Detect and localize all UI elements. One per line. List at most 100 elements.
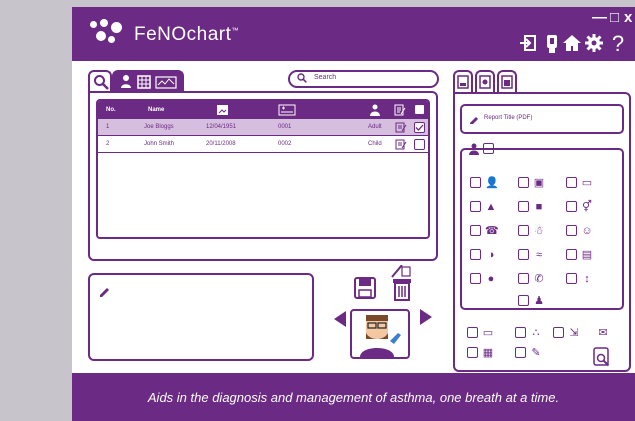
report-title-input[interactable]: Report Title (PDF): [460, 104, 624, 134]
app-header: FeNOchart™ — □ x ?: [72, 7, 635, 61]
pill-icon: ◑: [487, 248, 495, 261]
table-row[interactable]: 2 John Smith 20/11/2008 0002 Child: [98, 136, 428, 153]
footer-tagline: Aids in the diagnosis and management of …: [147, 390, 560, 405]
home-icon[interactable]: [562, 34, 582, 54]
notes-textarea[interactable]: [88, 273, 314, 361]
patient-table: No. Name 1 Joe Bloggs 12/04/1951 0001 Ad…: [96, 99, 430, 239]
option-allergy[interactable]: ☃: [518, 222, 545, 240]
select-all-checkbox[interactable]: [414, 104, 425, 115]
maximize-button[interactable]: □: [610, 9, 619, 26]
physician-icon: ♟: [534, 294, 544, 307]
option-phone[interactable]: ☎: [470, 222, 499, 240]
doctor-icon: 👤: [485, 176, 499, 189]
phone-icon: ☎: [485, 224, 499, 237]
edit-icon[interactable]: [395, 139, 407, 150]
email-icon: ✉: [598, 326, 608, 339]
minimize-button[interactable]: —: [592, 9, 607, 26]
pencil-icon: [100, 288, 109, 297]
next-arrow-icon[interactable]: [420, 309, 432, 325]
option-image[interactable]: ▣: [518, 174, 545, 192]
row-no: 2: [106, 141, 110, 147]
option-id[interactable]: ▭: [566, 174, 593, 192]
option-location[interactable]: ●: [470, 270, 497, 288]
save-icon[interactable]: [354, 277, 376, 299]
smoking-icon: ≈: [535, 248, 543, 261]
row-checkbox[interactable]: [414, 139, 425, 150]
row-checkbox[interactable]: [414, 122, 425, 133]
tab-report-2[interactable]: [475, 70, 495, 92]
usb-icon[interactable]: [542, 34, 562, 54]
height-icon: ↕: [584, 272, 590, 285]
option-physician[interactable]: ♟: [518, 292, 545, 310]
col-dob-icon[interactable]: [216, 104, 229, 116]
prev-arrow-icon[interactable]: [334, 311, 346, 327]
option-logo[interactable]: ∴: [515, 324, 542, 342]
row-type: Child: [368, 141, 382, 147]
tab-report-1[interactable]: [453, 70, 473, 92]
option-comments[interactable]: ✎: [515, 344, 542, 362]
option-height[interactable]: ↕: [566, 270, 593, 288]
report-title-placeholder: Report Title (PDF): [484, 115, 533, 121]
option-medication[interactable]: ◑: [470, 246, 497, 264]
location-icon: ●: [487, 272, 495, 285]
app-footer: Aids in the diagnosis and management of …: [72, 373, 635, 421]
option-ethnicity[interactable]: ☺: [566, 222, 593, 240]
logo-icon: ∴: [532, 326, 540, 339]
person-icon: ▲: [485, 200, 497, 213]
option-table[interactable]: ▦: [467, 344, 494, 362]
email-button[interactable]: ✉: [597, 324, 609, 342]
search-icon: [297, 73, 307, 83]
check-icon: [415, 124, 424, 131]
option-contact[interactable]: ✆: [518, 270, 545, 288]
family-icon: ■: [535, 200, 543, 213]
gear-icon[interactable]: [584, 34, 604, 54]
tab-search[interactable]: [88, 70, 112, 92]
row-name: John Smith: [144, 141, 175, 147]
tab-patients[interactable]: [112, 70, 184, 92]
search-input[interactable]: Search: [288, 70, 439, 88]
doctor-avatar-icon: [360, 315, 401, 357]
row-dob: 20/11/2008: [206, 141, 236, 147]
option-family[interactable]: ■: [518, 198, 545, 216]
allergy-icon: ☃: [534, 224, 544, 237]
close-button[interactable]: x: [624, 9, 632, 26]
row-dob: 12/04/1951: [206, 124, 237, 130]
face-icon: ☺: [581, 224, 593, 237]
table-header: No. Name: [98, 101, 428, 119]
option-doctor[interactable]: 👤: [470, 174, 499, 192]
col-id-icon[interactable]: [278, 104, 296, 116]
row-id: 0001: [278, 124, 292, 130]
search-placeholder: Search: [314, 74, 337, 81]
table-row[interactable]: 1 Joe Bloggs 12/04/1951 0001 Adult: [98, 119, 428, 136]
option-smoking[interactable]: ≈: [518, 246, 545, 264]
report-options: 👤 ▲ ☎ ◑ ● ▣ ■ ☃ ≈ ✆ ♟ ▭ ⚥ ☺ ▤ ↕: [460, 148, 624, 310]
option-export[interactable]: ⇲: [553, 324, 580, 342]
logout-icon[interactable]: [518, 34, 538, 54]
option-chart[interactable]: ▭: [467, 324, 494, 342]
clipboard-icon: ▤: [581, 248, 593, 261]
export-icon: ⇲: [569, 326, 579, 339]
patient-panel: No. Name 1 Joe Bloggs 12/04/1951 0001 Ad…: [88, 91, 438, 261]
app-window: FeNOchart™ — □ x ? Search No. Name 1 Joe…: [72, 7, 635, 421]
col-no[interactable]: No.: [106, 107, 116, 113]
app-title: FeNOchart™: [134, 24, 239, 45]
avatar: [350, 309, 410, 359]
logo-icon: [90, 19, 126, 49]
col-name[interactable]: Name: [148, 107, 164, 113]
row-name: Joe Bloggs: [144, 124, 174, 130]
preview-icon[interactable]: [593, 347, 611, 367]
option-gender[interactable]: ⚥: [566, 198, 593, 216]
delete-icon[interactable]: [390, 265, 414, 301]
col-type-icon[interactable]: [370, 104, 380, 116]
chart-icon: ▭: [482, 326, 494, 339]
tab-report-3[interactable]: [497, 70, 517, 92]
help-icon[interactable]: ?: [608, 33, 628, 55]
id-card-icon: ▭: [581, 176, 593, 189]
image-icon: ▣: [533, 176, 545, 189]
gender-icon: ⚥: [582, 200, 592, 213]
option-patient[interactable]: ▲: [470, 198, 497, 216]
pencil-icon: ✎: [531, 346, 541, 359]
option-notes[interactable]: ▤: [566, 246, 593, 264]
col-edit-icon[interactable]: [394, 104, 406, 116]
edit-icon[interactable]: [395, 122, 407, 133]
